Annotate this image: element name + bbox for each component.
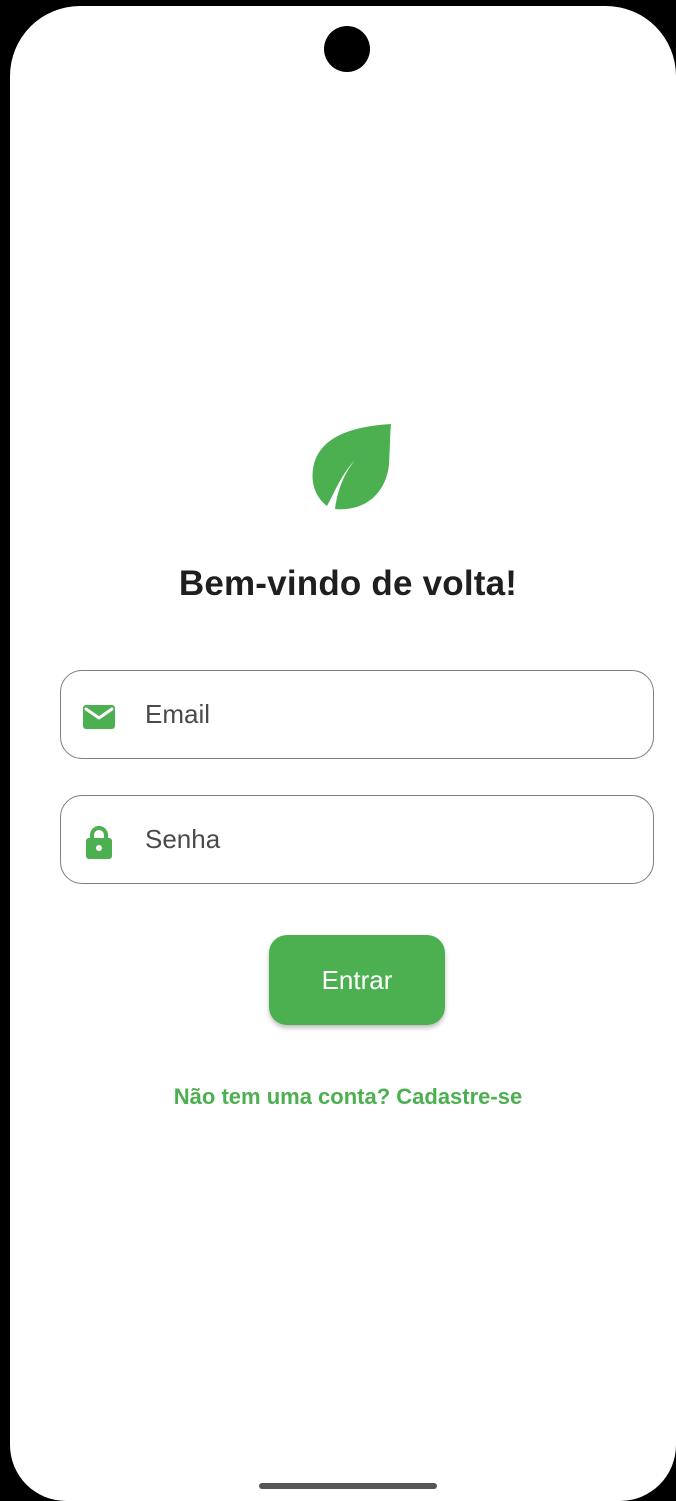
phone-screen: Bem-vindo de volta! Entrar Não tem uma c… <box>10 6 676 1501</box>
signup-link[interactable]: Não tem uma conta? Cadastre-se <box>10 1084 676 1110</box>
page-title: Bem-vindo de volta! <box>178 564 518 603</box>
front-camera <box>324 26 370 72</box>
email-field-container[interactable] <box>60 670 654 759</box>
email-input[interactable] <box>145 671 625 757</box>
top-caption: no banco de dados <box>0 0 676 8</box>
password-field-container[interactable] <box>60 795 654 884</box>
lock-icon <box>86 826 112 859</box>
home-indicator[interactable] <box>259 1483 437 1489</box>
leaf-icon <box>312 424 391 510</box>
mail-icon <box>83 705 115 729</box>
password-input[interactable] <box>145 796 625 882</box>
login-button[interactable]: Entrar <box>269 935 445 1025</box>
